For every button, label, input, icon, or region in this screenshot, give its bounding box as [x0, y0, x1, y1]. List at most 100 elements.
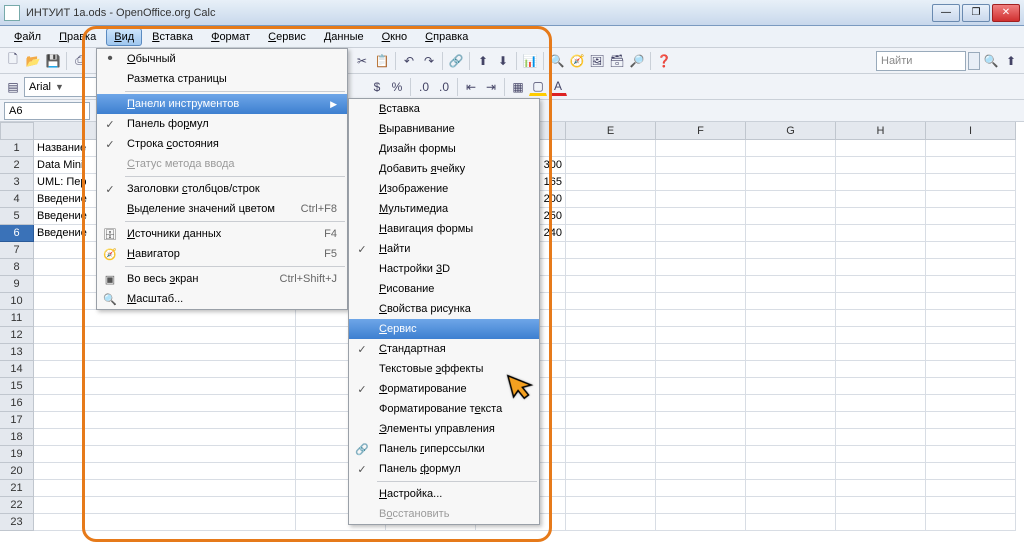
cell-A19[interactable] [34, 446, 296, 463]
cell-E16[interactable] [566, 395, 656, 412]
submenu-item[interactable]: Стандартная [349, 339, 539, 359]
cell-I3[interactable] [926, 174, 1016, 191]
row-header[interactable]: 7 [0, 242, 34, 259]
row-header[interactable]: 9 [0, 276, 34, 293]
cell-H20[interactable] [836, 463, 926, 480]
cell-A18[interactable] [34, 429, 296, 446]
row-header[interactable]: 19 [0, 446, 34, 463]
cell-E19[interactable] [566, 446, 656, 463]
cell-I13[interactable] [926, 344, 1016, 361]
cell-H10[interactable] [836, 293, 926, 310]
cell-I7[interactable] [926, 242, 1016, 259]
row-header[interactable]: 5 [0, 208, 34, 225]
cell-I23[interactable] [926, 514, 1016, 531]
cell-G12[interactable] [746, 327, 836, 344]
cell-F11[interactable] [656, 310, 746, 327]
cell-H21[interactable] [836, 480, 926, 497]
cell-H22[interactable] [836, 497, 926, 514]
submenu-item[interactable]: Изображение [349, 179, 539, 199]
submenu-item[interactable]: Свойства рисунка [349, 299, 539, 319]
submenu-item[interactable]: Мультимедиа [349, 199, 539, 219]
cell-F13[interactable] [656, 344, 746, 361]
cell-F15[interactable] [656, 378, 746, 395]
find-dropdown-button[interactable] [968, 52, 980, 70]
navigator-icon[interactable]: 🧭 [568, 52, 586, 70]
cell-H12[interactable] [836, 327, 926, 344]
cell-I11[interactable] [926, 310, 1016, 327]
cell-I1[interactable] [926, 140, 1016, 157]
cell-I18[interactable] [926, 429, 1016, 446]
cell-F14[interactable] [656, 361, 746, 378]
row-header[interactable]: 2 [0, 157, 34, 174]
view-menu-dropdown[interactable]: ОбычныйРазметка страницыПанели инструмен… [96, 48, 348, 310]
row-header[interactable]: 14 [0, 361, 34, 378]
cell-E17[interactable] [566, 412, 656, 429]
row-header[interactable]: 13 [0, 344, 34, 361]
gallery-icon[interactable]: 🖼 [588, 52, 606, 70]
cell-G3[interactable] [746, 174, 836, 191]
cell-H8[interactable] [836, 259, 926, 276]
row-header[interactable]: 11 [0, 310, 34, 327]
cell-I20[interactable] [926, 463, 1016, 480]
cell-I19[interactable] [926, 446, 1016, 463]
cell-G11[interactable] [746, 310, 836, 327]
cell-A23[interactable] [34, 514, 296, 531]
submenu-item[interactable]: Текстовые эффекты [349, 359, 539, 379]
cell-A17[interactable] [34, 412, 296, 429]
cell-F18[interactable] [656, 429, 746, 446]
indent-inc-icon[interactable]: ⇥ [482, 78, 500, 96]
menu-item[interactable]: 🗄Источники данныхF4 [97, 224, 347, 244]
currency-icon[interactable]: $ [368, 78, 386, 96]
link-icon[interactable]: 🔗 [447, 52, 465, 70]
cell-A22[interactable] [34, 497, 296, 514]
submenu-item[interactable]: Дизайн формы [349, 139, 539, 159]
row-header[interactable]: 3 [0, 174, 34, 191]
cell-I17[interactable] [926, 412, 1016, 429]
bgcolor-icon[interactable]: ▢ [529, 78, 547, 96]
cell-E13[interactable] [566, 344, 656, 361]
row-header[interactable]: 21 [0, 480, 34, 497]
zoom-icon[interactable]: 🔎 [628, 52, 646, 70]
cell-A14[interactable] [34, 361, 296, 378]
cell-G5[interactable] [746, 208, 836, 225]
menu-item[interactable]: Выделение значений цветомCtrl+F8 [97, 199, 347, 219]
cell-H14[interactable] [836, 361, 926, 378]
cell-A13[interactable] [34, 344, 296, 361]
dec-dec-icon[interactable]: .0 [435, 78, 453, 96]
cell-F3[interactable] [656, 174, 746, 191]
find-prev-icon[interactable]: ⬆ [1002, 52, 1020, 70]
menu-item[interactable]: ▣Во весь экранCtrl+Shift+J [97, 269, 347, 289]
submenu-item[interactable]: Рисование [349, 279, 539, 299]
submenu-item[interactable]: Вставка [349, 99, 539, 119]
menu-item[interactable]: Разметка страницы [97, 69, 347, 89]
cell-H5[interactable] [836, 208, 926, 225]
row-header[interactable]: 17 [0, 412, 34, 429]
cell-H15[interactable] [836, 378, 926, 395]
row-header[interactable]: 16 [0, 395, 34, 412]
cell-H18[interactable] [836, 429, 926, 446]
cell-F21[interactable] [656, 480, 746, 497]
row-header[interactable]: 1 [0, 140, 34, 157]
cell-H2[interactable] [836, 157, 926, 174]
row-header[interactable]: 12 [0, 327, 34, 344]
cut-icon[interactable]: ✂ [353, 52, 371, 70]
cell-A20[interactable] [34, 463, 296, 480]
cell-A12[interactable] [34, 327, 296, 344]
row-header[interactable]: 22 [0, 497, 34, 514]
menu-файл[interactable]: Файл [6, 28, 49, 46]
sort-asc-icon[interactable]: ⬆ [474, 52, 492, 70]
cell-I4[interactable] [926, 191, 1016, 208]
cell-G14[interactable] [746, 361, 836, 378]
menu-данные[interactable]: Данные [316, 28, 372, 46]
undo-icon[interactable]: ↶ [400, 52, 418, 70]
cell-G19[interactable] [746, 446, 836, 463]
cell-E20[interactable] [566, 463, 656, 480]
cell-A15[interactable] [34, 378, 296, 395]
row-header[interactable]: 8 [0, 259, 34, 276]
sort-desc-icon[interactable]: ⬇ [494, 52, 512, 70]
cell-G9[interactable] [746, 276, 836, 293]
chart-icon[interactable]: 📊 [521, 52, 539, 70]
cell-G15[interactable] [746, 378, 836, 395]
submenu-item[interactable]: Добавить ячейку [349, 159, 539, 179]
submenu-item[interactable]: Форматирование текста [349, 399, 539, 419]
